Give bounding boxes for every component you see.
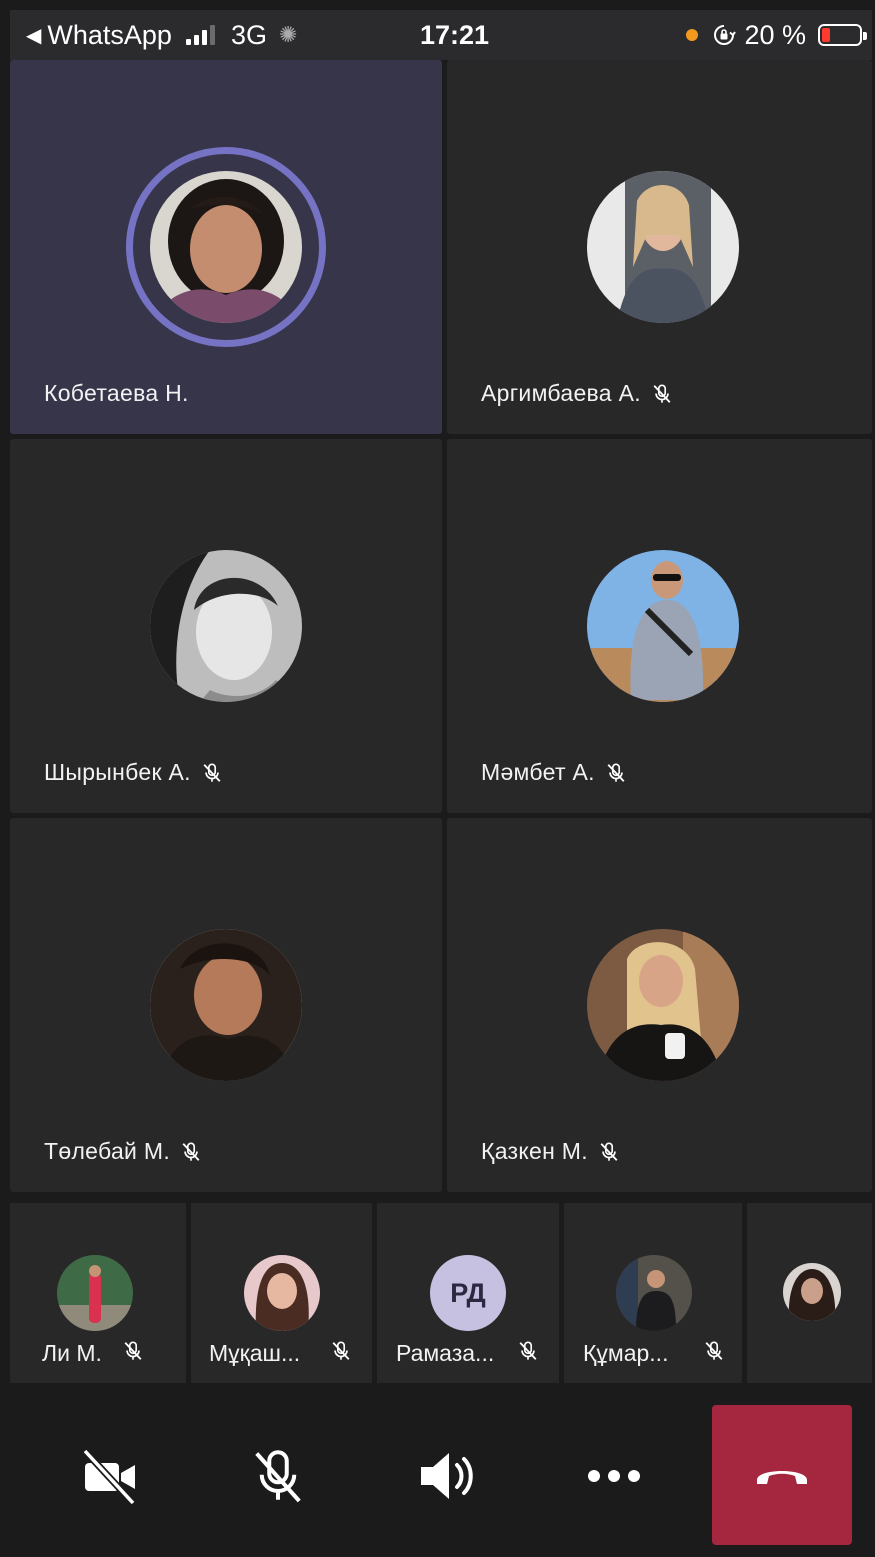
participant-name-label: Рамаза... [396, 1340, 495, 1366]
participant-name: Кобетаева Н. [44, 380, 189, 407]
avatar [783, 1263, 841, 1321]
status-right: 20 % [686, 10, 867, 60]
battery-percent: 20 % [744, 19, 806, 50]
mic-in-use-dot-icon [686, 29, 699, 41]
back-app-label: WhatsApp [47, 19, 172, 50]
avatar [150, 929, 302, 1081]
participant-name-label: Мәмбет А. [481, 759, 595, 785]
mic-toggle-button[interactable] [238, 1436, 318, 1516]
participant-name: Төлебай М. [44, 1138, 202, 1165]
mic-off-icon [122, 1340, 144, 1362]
back-to-app[interactable]: ◀ WhatsApp 3G ✺ [26, 10, 297, 60]
participant-tile[interactable]: Төлебай М. [10, 818, 442, 1192]
speaker-icon [421, 1453, 473, 1499]
avatar [587, 929, 739, 1081]
loading-spinner-icon: ✺ [278, 22, 298, 47]
avatar [150, 550, 302, 702]
participant-name-label: Құмар... [583, 1340, 669, 1366]
participant-tile[interactable]: Шырынбек А. [10, 439, 442, 813]
camera-off-icon [82, 1448, 136, 1505]
participant-strip-tile[interactable] [747, 1203, 872, 1383]
hang-up-button[interactable] [712, 1405, 852, 1545]
participant-tile-active[interactable]: Кобетаева Н. [10, 60, 442, 434]
mic-off-icon [651, 383, 673, 405]
mic-off-icon [180, 1141, 202, 1163]
back-arrow-icon: ◀ [26, 24, 42, 47]
participant-name-label: Ли М. [42, 1340, 102, 1366]
mic-off-icon [517, 1340, 539, 1362]
participant-tile[interactable]: Аргимбаева А. [447, 60, 872, 434]
participant-name: Мәмбет А. [481, 759, 627, 786]
teams-call-screen: ◀ WhatsApp 3G ✺ 17:21 20 % Кобетаева Н. … [0, 0, 875, 1557]
participant-name-label: Шырынбек А. [44, 759, 191, 785]
participant-name: Қазкен М. [481, 1138, 620, 1165]
camera-toggle-button[interactable] [70, 1436, 150, 1516]
mic-off-icon [255, 1450, 301, 1503]
hang-up-icon [757, 1471, 807, 1484]
more-options-button[interactable] [574, 1436, 654, 1516]
participant-name-label: Мұқаш... [209, 1340, 301, 1366]
initials-avatar: РД [430, 1255, 506, 1331]
avatar [244, 1255, 320, 1331]
mic-off-icon [201, 762, 223, 784]
avatar [150, 171, 302, 323]
participant-tile[interactable]: Қазкен М. [447, 818, 872, 1192]
avatar [587, 171, 739, 323]
participant-name: Шырынбек А. [44, 759, 223, 786]
participant-name-label: Аргимбаева А. [481, 380, 641, 406]
more-icon [588, 1470, 640, 1482]
signal-icon [185, 25, 215, 45]
participant-tile[interactable]: Мәмбет А. [447, 439, 872, 813]
mic-off-icon [605, 762, 627, 784]
mic-off-icon [330, 1340, 352, 1362]
avatar [57, 1255, 133, 1331]
rotation-lock-icon [714, 25, 737, 45]
mic-off-icon [598, 1141, 620, 1163]
participant-name-label: Төлебай М. [44, 1138, 171, 1164]
participant-name: Аргимбаева А. [481, 380, 673, 407]
participant-name-label: Кобетаева Н. [44, 380, 189, 406]
participant-name-label: Қазкен М. [481, 1138, 588, 1164]
status-bar: ◀ WhatsApp 3G ✺ 17:21 20 % [10, 10, 872, 60]
clock: 17:21 [420, 20, 490, 50]
mic-off-icon [703, 1340, 725, 1362]
speaker-button[interactable] [406, 1436, 486, 1516]
network-type: 3G [230, 19, 267, 50]
avatar [616, 1255, 692, 1331]
avatar [587, 550, 739, 702]
battery-icon [818, 24, 867, 46]
